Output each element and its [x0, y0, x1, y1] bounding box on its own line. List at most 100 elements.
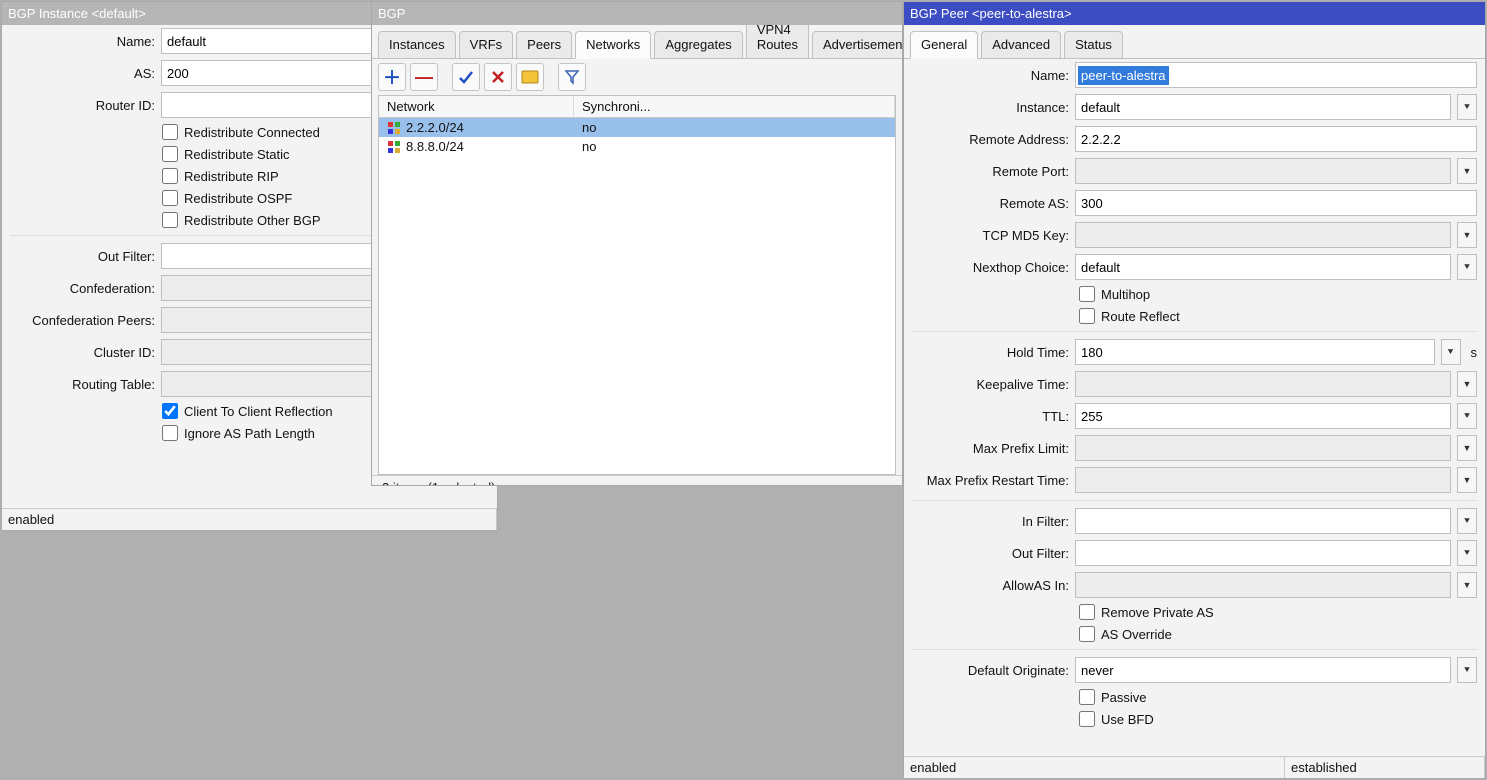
maxprefix-restart-dropdown[interactable] [1457, 467, 1477, 493]
network-icon [387, 121, 401, 135]
tab-status[interactable]: Status [1064, 31, 1123, 58]
chk-use-bfd[interactable] [1079, 711, 1095, 727]
ttl-dropdown[interactable] [1457, 403, 1477, 429]
tcpmd5-input[interactable] [1075, 222, 1451, 248]
chk-redist-connected-label: Redistribute Connected [184, 125, 320, 140]
chk-redist-rip-label: Redistribute RIP [184, 169, 279, 184]
peer-status-right: established [1285, 757, 1485, 778]
ttl-input[interactable] [1075, 403, 1451, 429]
add-button[interactable]: ＋ [378, 63, 406, 91]
label-default-originate: Default Originate: [912, 663, 1069, 678]
chk-ignore-as-path[interactable] [162, 425, 178, 441]
tab-aggregates[interactable]: Aggregates [654, 31, 743, 58]
chk-redist-rip[interactable] [162, 168, 178, 184]
label-confederation: Confederation: [10, 281, 155, 296]
tab-networks[interactable]: Networks [575, 31, 651, 59]
chk-passive[interactable] [1079, 689, 1095, 705]
table-row[interactable]: 2.2.2.0/24no [379, 118, 895, 137]
bgp-peer-window: BGP Peer <peer-to-alestra> GeneralAdvanc… [903, 1, 1486, 779]
default-originate-input[interactable] [1075, 657, 1451, 683]
chk-client-reflection[interactable] [162, 403, 178, 419]
infilter-input[interactable] [1075, 508, 1451, 534]
maxprefix-restart-input[interactable] [1075, 467, 1451, 493]
allowas-input[interactable] [1075, 572, 1451, 598]
remove-button[interactable]: — [410, 63, 438, 91]
chk-multihop[interactable] [1079, 286, 1095, 302]
label-outfilter: Out Filter: [10, 249, 155, 264]
label-instance: Instance: [912, 100, 1069, 115]
chk-route-reflect-label: Route Reflect [1101, 309, 1180, 324]
filter-button[interactable] [558, 63, 586, 91]
holdtime-dropdown[interactable] [1441, 339, 1461, 365]
comment-button[interactable] [516, 63, 544, 91]
label-maxprefix-restart: Max Prefix Restart Time: [912, 473, 1069, 488]
bgp-window: BGP InstancesVRFsPeersNetworksAggregates… [371, 1, 903, 486]
peer-outfilter-dropdown[interactable] [1457, 540, 1477, 566]
infilter-dropdown[interactable] [1457, 508, 1477, 534]
holdtime-input[interactable] [1075, 339, 1435, 365]
tcpmd5-dropdown[interactable] [1457, 222, 1477, 248]
tab-vrfs[interactable]: VRFs [459, 31, 514, 58]
holdtime-unit: s [1467, 345, 1478, 360]
chk-multihop-label: Multihop [1101, 287, 1150, 302]
label-nexthop: Nexthop Choice: [912, 260, 1069, 275]
chk-as-override[interactable] [1079, 626, 1095, 642]
th-network[interactable]: Network [379, 96, 574, 117]
window-title: BGP [372, 2, 902, 25]
tab-vpn4-routes[interactable]: VPN4 Routes [746, 25, 809, 58]
nexthop-dropdown[interactable] [1457, 254, 1477, 280]
table-body[interactable]: 2.2.2.0/24no8.8.8.0/24no [379, 118, 895, 474]
chk-redist-ospf-label: Redistribute OSPF [184, 191, 292, 206]
chk-passive-label: Passive [1101, 690, 1147, 705]
instance-dropdown[interactable] [1457, 94, 1477, 120]
chk-as-override-label: AS Override [1101, 627, 1172, 642]
disable-button[interactable] [484, 63, 512, 91]
instance-status: enabled [2, 509, 497, 530]
remote-address-input[interactable] [1075, 126, 1477, 152]
default-originate-dropdown[interactable] [1457, 657, 1477, 683]
tab-instances[interactable]: Instances [378, 31, 456, 58]
chk-redist-otherbgp[interactable] [162, 212, 178, 228]
keepalive-input[interactable] [1075, 371, 1451, 397]
tab-general[interactable]: General [910, 31, 978, 59]
chk-ignore-as-path-label: Ignore AS Path Length [184, 426, 315, 441]
bgp-toolbar: ＋ — [372, 59, 902, 95]
peer-statusbar: enabled established [904, 756, 1485, 778]
table-row[interactable]: 8.8.8.0/24no [379, 137, 895, 156]
chk-use-bfd-label: Use BFD [1101, 712, 1154, 727]
maxprefix-input[interactable] [1075, 435, 1451, 461]
label-allowas: AllowAS In: [912, 578, 1069, 593]
label-tcpmd5: TCP MD5 Key: [912, 228, 1069, 243]
tab-peers[interactable]: Peers [516, 31, 572, 58]
label-routingtable: Routing Table: [10, 377, 155, 392]
allowas-dropdown[interactable] [1457, 572, 1477, 598]
peer-outfilter-input[interactable] [1075, 540, 1451, 566]
keepalive-dropdown[interactable] [1457, 371, 1477, 397]
chk-redist-connected[interactable] [162, 124, 178, 140]
chk-redist-static[interactable] [162, 146, 178, 162]
remote-port-input[interactable] [1075, 158, 1451, 184]
peer-name-input[interactable]: peer-to-alestra [1075, 62, 1477, 88]
label-keepalive: Keepalive Time: [912, 377, 1069, 392]
label-maxprefix: Max Prefix Limit: [912, 441, 1069, 456]
label-ttl: TTL: [912, 409, 1069, 424]
label-remote-as: Remote AS: [912, 196, 1069, 211]
chk-redist-ospf[interactable] [162, 190, 178, 206]
enable-button[interactable] [452, 63, 480, 91]
bgp-tabs: InstancesVRFsPeersNetworksAggregatesVPN4… [372, 25, 902, 59]
th-synchronize[interactable]: Synchroni... [574, 96, 895, 117]
networks-table: Network Synchroni... 2.2.2.0/24no8.8.8.0… [378, 95, 896, 475]
label-infilter: In Filter: [912, 514, 1069, 529]
chk-redist-otherbgp-label: Redistribute Other BGP [184, 213, 321, 228]
chk-client-reflection-label: Client To Client Reflection [184, 404, 333, 419]
maxprefix-dropdown[interactable] [1457, 435, 1477, 461]
tab-advanced[interactable]: Advanced [981, 31, 1061, 58]
chk-remove-private-as[interactable] [1079, 604, 1095, 620]
nexthop-input[interactable] [1075, 254, 1451, 280]
tab-advertisements[interactable]: Advertisements [812, 31, 902, 58]
chk-route-reflect[interactable] [1079, 308, 1095, 324]
instance-input[interactable] [1075, 94, 1451, 120]
remote-as-input[interactable] [1075, 190, 1477, 216]
label-confedpeers: Confederation Peers: [10, 313, 155, 328]
remote-port-dropdown[interactable] [1457, 158, 1477, 184]
